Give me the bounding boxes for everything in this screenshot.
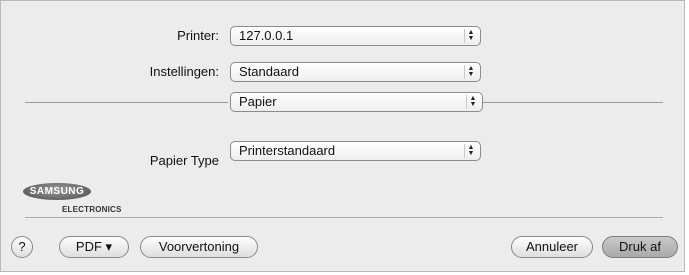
footer-divider	[25, 217, 663, 218]
section-divider-right	[483, 102, 663, 103]
logo-brand: SAMSUNG	[29, 186, 85, 197]
popup-arrows-icon: ▲ ▼	[464, 29, 477, 43]
print-dialog: Printer: 127.0.0.1 ▲ ▼ Instellingen: Stan…	[0, 0, 685, 272]
presets-label: Instellingen:	[149, 64, 219, 79]
printer-value: 127.0.0.1	[239, 28, 294, 43]
print-button[interactable]: Druk af	[602, 236, 678, 258]
popup-arrows-icon: ▲ ▼	[466, 95, 479, 109]
panel-value: Papier	[239, 94, 277, 109]
paper-type-popup[interactable]: Printerstandaard ▲ ▼	[230, 141, 481, 161]
help-icon: ?	[18, 239, 26, 254]
panel-popup[interactable]: Papier ▲ ▼	[230, 92, 483, 112]
paper-type-label: Papier Type	[149, 153, 219, 168]
help-button[interactable]: ?	[11, 236, 33, 258]
pdf-button[interactable]: PDF ▾	[59, 236, 129, 258]
popup-arrows-icon: ▲ ▼	[464, 65, 477, 79]
printer-label: Printer:	[177, 28, 219, 43]
printer-popup[interactable]: 127.0.0.1 ▲ ▼	[230, 26, 481, 46]
cancel-button[interactable]: Annuleer	[511, 236, 593, 258]
paper-type-value: Printerstandaard	[239, 143, 336, 158]
samsung-logo: SAMSUNG	[23, 183, 91, 200]
presets-value: Standaard	[239, 64, 299, 79]
section-divider-left	[25, 102, 228, 103]
preview-button[interactable]: Voorvertoning	[140, 236, 258, 258]
popup-arrows-icon: ▲ ▼	[464, 144, 477, 158]
presets-popup[interactable]: Standaard ▲ ▼	[230, 62, 481, 82]
logo-sub: ELECTRONICS	[62, 205, 122, 214]
